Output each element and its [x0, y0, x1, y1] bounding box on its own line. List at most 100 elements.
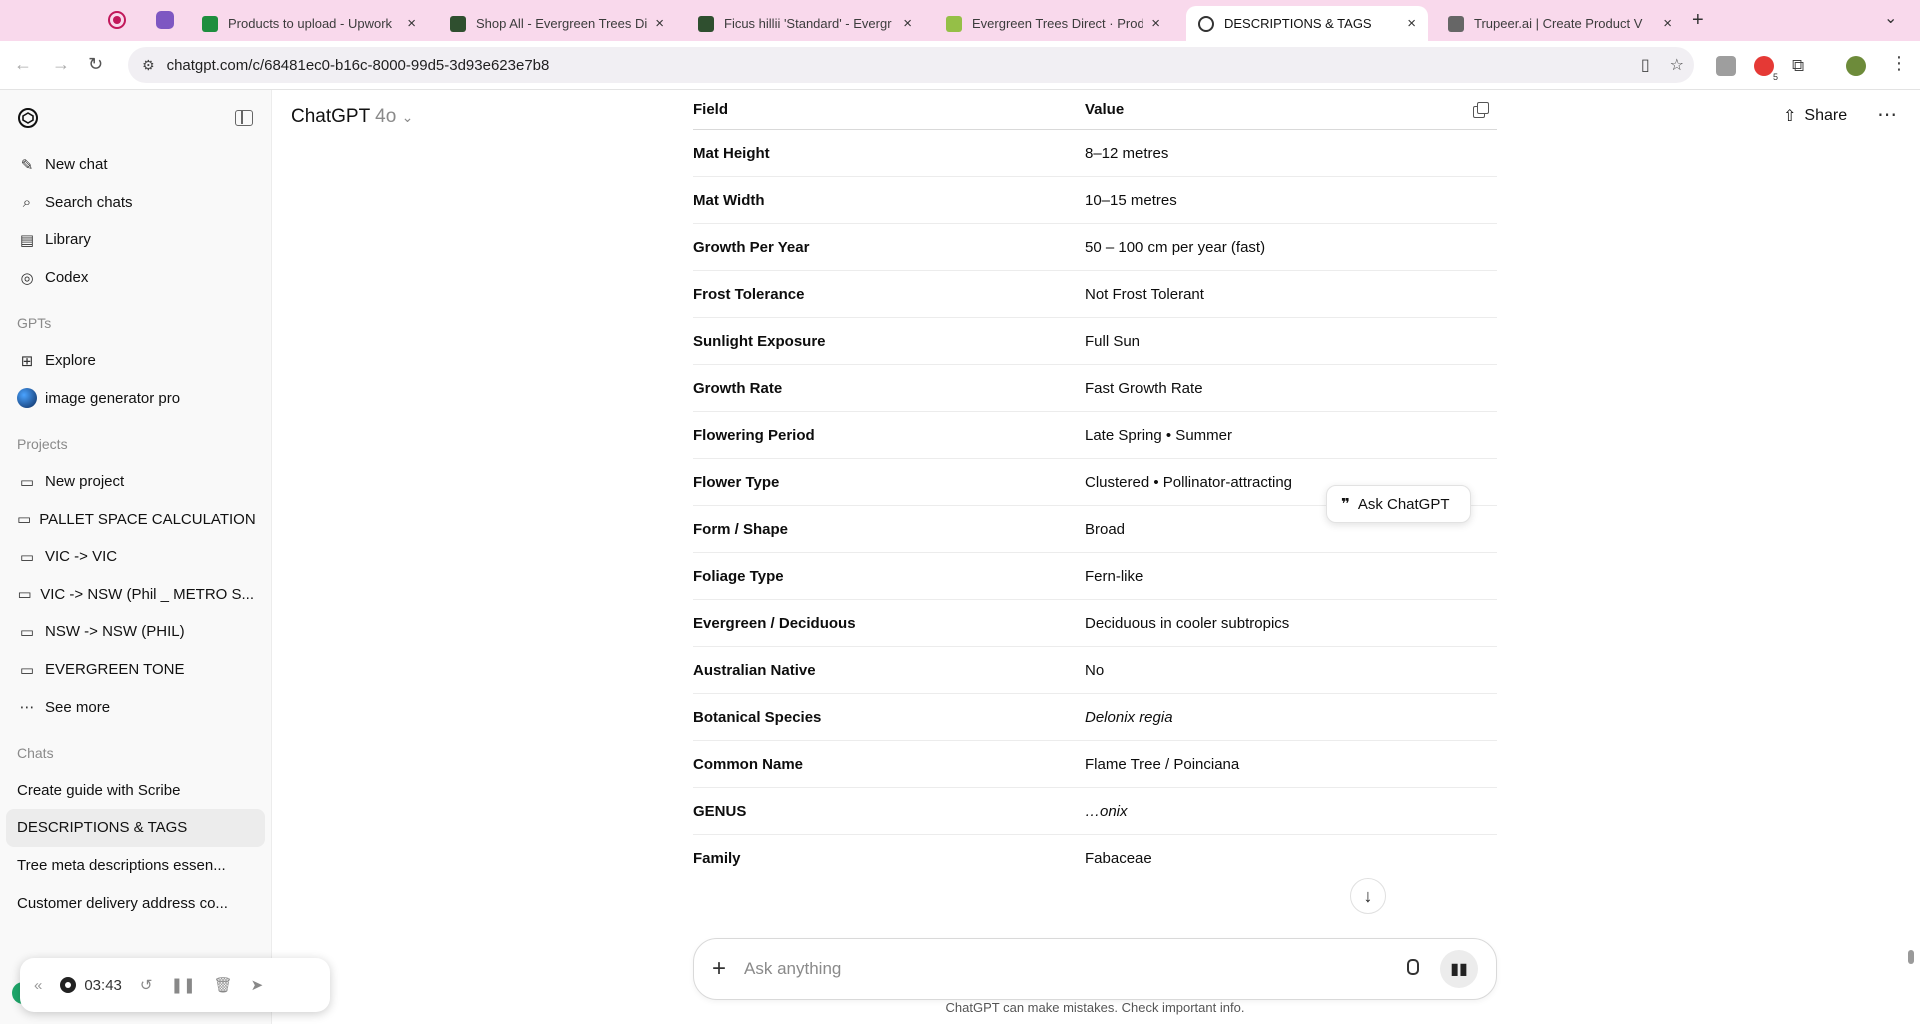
- screen-recorder-widget: « 03:43 ↺ ❚❚ 🗑 ➤: [20, 958, 330, 1012]
- field-cell: Common Name: [693, 755, 804, 773]
- page-icon[interactable]: ▯: [1641, 55, 1650, 75]
- main-content: ChatGPT 4o ⌄ ⇧ Share ⋯ Field Value Mat H…: [273, 90, 1920, 1024]
- scroll-down-button[interactable]: ↓: [1350, 878, 1386, 914]
- browser-tab[interactable]: Products to upload - Upwork ×: [190, 6, 428, 41]
- copy-table-icon[interactable]: [1473, 102, 1489, 118]
- recording-time: 03:43: [84, 976, 122, 994]
- share-button[interactable]: ⇧ Share: [1783, 106, 1847, 126]
- value-cell: Full Sun: [1085, 332, 1141, 350]
- sidebar-item[interactable]: ▭ New project: [0, 463, 271, 501]
- sidebar-item-label: VIC -> NSW (Phil _ METRO S...: [40, 585, 254, 603]
- new-tab-button[interactable]: +: [1692, 9, 1704, 32]
- profile-avatar[interactable]: [1846, 56, 1866, 76]
- bookmark-star-icon[interactable]: ☆: [1670, 55, 1684, 75]
- projects-heading: Projects: [17, 435, 68, 452]
- evergreen-icon: [450, 15, 466, 32]
- sidebar-item-label: Library: [45, 231, 91, 249]
- sidebar-item[interactable]: ▭ NSW -> NSW (PHIL): [0, 613, 271, 651]
- value-cell: 8–12 metres: [1085, 144, 1169, 162]
- value-cell: Delonix regia: [1085, 708, 1173, 726]
- close-tab-icon[interactable]: ×: [903, 15, 912, 32]
- browser-tab[interactable]: DESCRIPTIONS & TAGS ×: [1186, 6, 1428, 41]
- extension-icon[interactable]: [1716, 56, 1736, 76]
- app-icon[interactable]: [156, 11, 174, 29]
- close-tab-icon[interactable]: ×: [1407, 15, 1416, 32]
- url-field[interactable]: ⚙ chatgpt.com/c/68481ec0-b16c-8000-99d5-…: [128, 47, 1694, 83]
- site-info-icon[interactable]: ⚙: [142, 57, 155, 74]
- browser-menu-icon[interactable]: ⋮: [1890, 53, 1908, 74]
- sidebar-item-label: Tree meta descriptions essen...: [17, 856, 226, 874]
- waveform-icon: ▮▮: [1450, 961, 1468, 978]
- sidebar-item[interactable]: image generator pro: [0, 380, 271, 418]
- recording-indicator-icon[interactable]: [108, 11, 126, 29]
- app-title: ChatGPT: [291, 106, 370, 127]
- browser-tab[interactable]: Ficus hillii 'Standard' - Evergr ×: [686, 6, 924, 41]
- forward-button[interactable]: →: [52, 54, 70, 75]
- table-row: Sunlight Exposure Full Sun: [693, 318, 1497, 365]
- pause-icon[interactable]: ❚❚: [170, 976, 195, 994]
- scrollbar-thumb[interactable]: [1908, 950, 1914, 964]
- collapse-icon[interactable]: «: [34, 977, 42, 994]
- prompt-input[interactable]: [744, 959, 1404, 979]
- sidebar-item-label: image generator pro: [45, 389, 181, 407]
- table-row: Australian Native No: [693, 647, 1497, 694]
- sidebar-item[interactable]: ▭ VIC -> VIC: [0, 538, 271, 576]
- trupeer-icon: [1448, 15, 1464, 32]
- extensions-puzzle-icon[interactable]: ⧉: [1792, 56, 1812, 76]
- value-cell: Broad: [1085, 520, 1126, 538]
- sidebar-item-label: Codex: [45, 269, 89, 287]
- record-icon[interactable]: [60, 977, 77, 993]
- more-options-icon[interactable]: ⋯: [1877, 102, 1897, 127]
- chats-heading: Chats: [17, 744, 54, 761]
- table-row: Mat Width 10–15 metres: [693, 177, 1497, 224]
- microphone-icon[interactable]: [1404, 959, 1419, 979]
- add-attachment-icon[interactable]: +: [712, 955, 726, 983]
- sidebar-item[interactable]: ◎ Codex: [0, 259, 271, 297]
- close-tab-icon[interactable]: ×: [1663, 15, 1672, 32]
- sidebar-item[interactable]: ▭ PALLET SPACE CALCULATION: [0, 500, 271, 538]
- browser-tab[interactable]: Evergreen Trees Direct · Prod ×: [934, 6, 1172, 41]
- sidebar-item[interactable]: ⋯ See more: [0, 688, 271, 726]
- sidebar-item[interactable]: ▤ Library: [0, 221, 271, 259]
- disclaimer: ChatGPT can make mistakes. Check importa…: [945, 1000, 1245, 1015]
- sidebar-item[interactable]: ▭ VIC -> NSW (Phil _ METRO S...: [0, 576, 271, 614]
- table-row: Growth Per Year 50 – 100 cm per year (fas…: [693, 224, 1497, 271]
- voice-mode-button[interactable]: ▮▮: [1440, 950, 1478, 988]
- sidebar-item[interactable]: ⊞ Explore: [0, 342, 271, 380]
- chevron-down-icon: ⌄: [401, 109, 414, 125]
- tab-search-chevron-icon[interactable]: ⌄: [1884, 8, 1897, 28]
- back-button[interactable]: ←: [14, 54, 32, 75]
- field-cell: GENUS: [693, 802, 747, 820]
- pointer-tool-icon[interactable]: ➤: [251, 976, 264, 994]
- close-tab-icon[interactable]: ×: [1151, 15, 1160, 32]
- delete-icon[interactable]: 🗑: [214, 976, 233, 994]
- sidebar-item[interactable]: Customer delivery address co...: [0, 884, 271, 922]
- ask-chatgpt-popup[interactable]: ❞ Ask ChatGPT: [1326, 485, 1471, 523]
- browser-tab[interactable]: Shop All - Evergreen Trees Di ×: [438, 6, 676, 41]
- restart-icon[interactable]: ↺: [140, 976, 153, 994]
- table-row: Frost Tolerance Not Frost Tolerant: [693, 271, 1497, 318]
- close-tab-icon[interactable]: ×: [655, 15, 664, 32]
- sidebar-item-label: New chat: [45, 156, 108, 174]
- field-cell: Australian Native: [693, 661, 816, 679]
- model-selector[interactable]: ChatGPT 4o ⌄: [291, 106, 413, 128]
- field-cell: Growth Rate: [693, 379, 783, 397]
- sidebar-item[interactable]: Create guide with Scribe: [0, 772, 271, 810]
- close-tab-icon[interactable]: ×: [407, 15, 416, 32]
- sidebar-item[interactable]: Tree meta descriptions essen...: [0, 847, 271, 885]
- codex-icon: ◎: [20, 269, 34, 287]
- reload-button[interactable]: ↻: [88, 54, 103, 75]
- browser-tab[interactable]: Trupeer.ai | Create Product V ×: [1436, 6, 1684, 41]
- sidebar-item[interactable]: DESCRIPTIONS & TAGS: [6, 809, 265, 847]
- sidebar-item[interactable]: ⌕ Search chats: [0, 184, 271, 222]
- table-row: Foliage Type Fern-like: [693, 553, 1497, 600]
- sidebar-item[interactable]: ✎ New chat: [0, 146, 271, 184]
- new-project-icon: ▭: [19, 473, 35, 491]
- sidebar-item[interactable]: ▭ EVERGREEN TONE: [0, 651, 271, 689]
- value-cell: Flame Tree / Poinciana: [1085, 755, 1240, 773]
- chatgpt-logo-icon[interactable]: [16, 106, 40, 130]
- close-sidebar-icon[interactable]: [235, 110, 253, 126]
- column-header-value: Value: [1085, 101, 1125, 118]
- extension-badge-icon[interactable]: 5: [1754, 56, 1778, 82]
- value-cell: No: [1085, 661, 1105, 679]
